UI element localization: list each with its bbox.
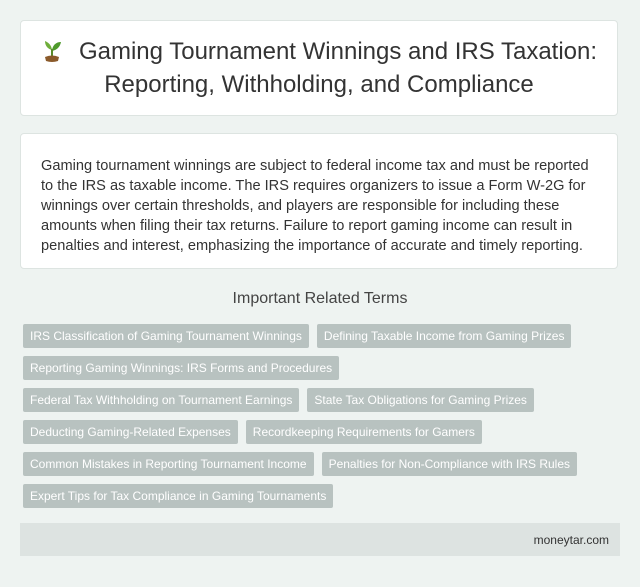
page-title: Gaming Tournament Winnings and IRS Taxat… [21,35,617,101]
term-tag[interactable]: Federal Tax Withholding on Tournament Ea… [23,388,300,412]
term-tag[interactable]: Recordkeeping Requirements for Gamers [245,420,482,444]
terms-row: IRS Classification of Gaming Tournament … [23,324,623,348]
term-tag[interactable]: State Tax Obligations for Gaming Prizes [307,388,534,412]
terms-row: Deducting Gaming-Related Expenses Record… [23,420,623,444]
footer: moneytar.com [20,523,620,556]
term-tag[interactable]: Reporting Gaming Winnings: IRS Forms and… [23,356,340,380]
description-card: Gaming tournament winnings are subject t… [20,133,618,269]
terms-row: Federal Tax Withholding on Tournament Ea… [23,388,623,412]
term-tag[interactable]: IRS Classification of Gaming Tournament … [23,324,309,348]
term-tag[interactable]: Expert Tips for Tax Compliance in Gaming… [23,484,334,508]
terms-row: Common Mistakes in Reporting Tournament … [23,452,623,476]
footer-site-link[interactable]: moneytar.com [534,533,609,547]
term-tag[interactable]: Common Mistakes in Reporting Tournament … [23,452,314,476]
terms-row: Reporting Gaming Winnings: IRS Forms and… [23,356,623,380]
terms-row: Expert Tips for Tax Compliance in Gaming… [23,484,623,508]
page-title-text: Gaming Tournament Winnings and IRS Taxat… [78,38,598,98]
related-terms-heading: Important Related Terms [232,290,408,307]
title-card: Gaming Tournament Winnings and IRS Taxat… [20,20,618,116]
term-tag[interactable]: Deducting Gaming-Related Expenses [23,420,238,444]
sprout-icon [44,41,61,62]
term-tag[interactable]: Defining Taxable Income from Gaming Priz… [316,324,572,348]
related-terms-list: IRS Classification of Gaming Tournament … [23,324,623,516]
term-tag[interactable]: Penalties for Non-Compliance with IRS Ru… [321,452,578,476]
description-text: Gaming tournament winnings are subject t… [41,158,589,254]
